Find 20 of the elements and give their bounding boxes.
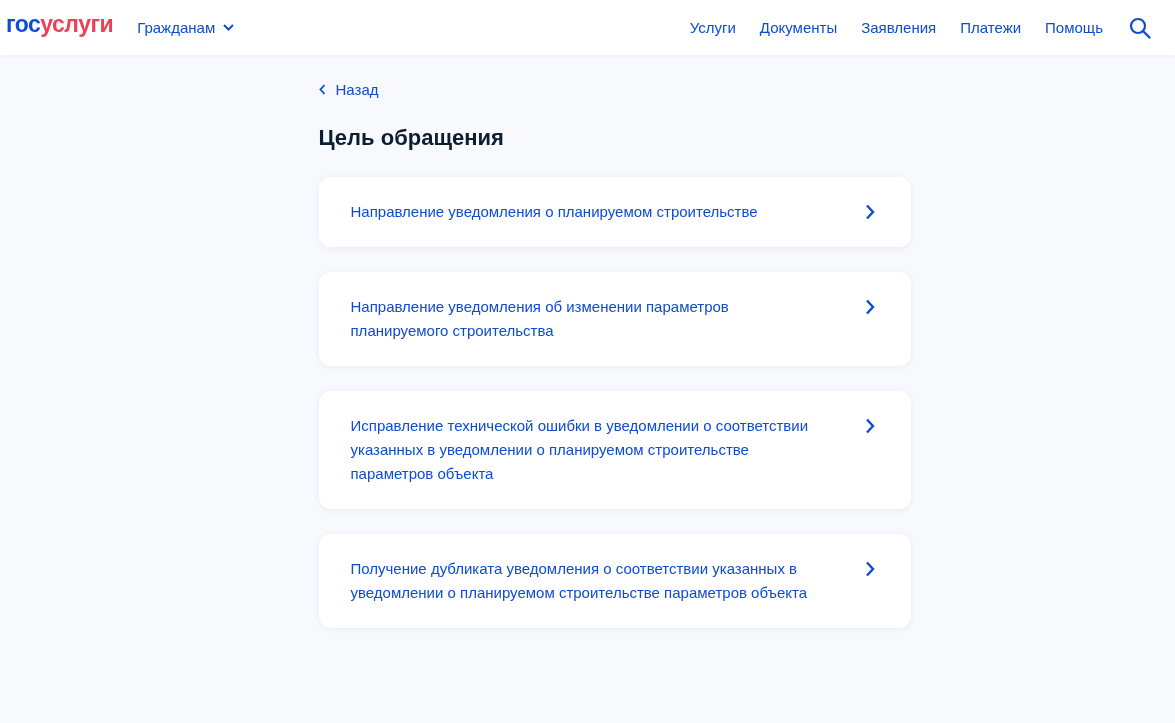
nav-link[interactable]: Документы	[759, 19, 838, 36]
nav-link[interactable]: Помощь	[1045, 19, 1103, 36]
chevron-right-icon	[864, 299, 875, 315]
chevron-down-icon	[223, 24, 235, 31]
back-link[interactable]: Назад	[318, 81, 379, 98]
chevron-right-icon	[864, 418, 875, 434]
nav-link[interactable]: Услуги	[689, 19, 736, 36]
audience-menu[interactable]: Гражданам	[137, 19, 235, 36]
page-title: Цель обращения	[318, 125, 505, 151]
logo[interactable]: госуслуги	[6, 13, 114, 36]
search-icon[interactable]	[1129, 16, 1151, 39]
option-card[interactable]: Направление уведомления о планируемом строительстве	[318, 177, 911, 247]
option-card[interactable]: Направление уведомления об изменении параметров планируемого строительства	[318, 272, 911, 366]
option-card[interactable]: Исправление технической ошибки в уведомлении о соответствии указанных в уведомлении о планируемом строительстве параметров объекта	[318, 391, 911, 509]
chevron-right-icon	[864, 204, 875, 220]
nav-link[interactable]: Заявления	[861, 19, 937, 36]
nav-link[interactable]: Платежи	[960, 19, 1022, 36]
option-card[interactable]: Получение дубликата уведомления о соответствии указанных в уведомлении о планируемом строительстве параметров объекта	[318, 534, 911, 628]
chevron-right-icon	[864, 561, 875, 577]
chevron-left-icon	[318, 84, 326, 95]
